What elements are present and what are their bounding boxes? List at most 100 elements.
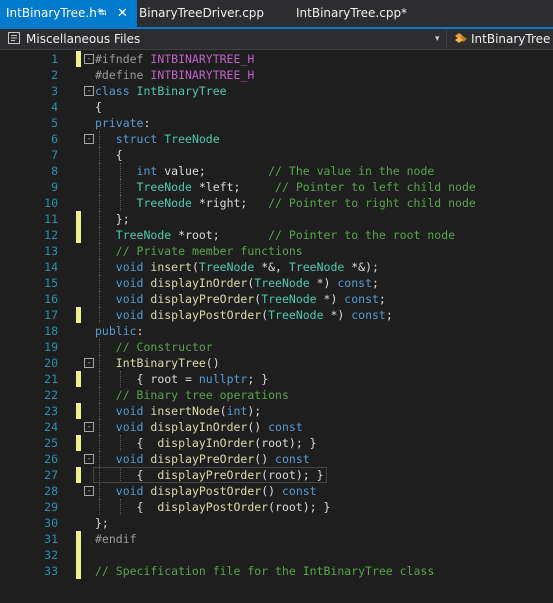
line-number: 19: [44, 340, 58, 354]
code-line[interactable]: 18 public:: [0, 323, 553, 339]
change-marker: [76, 211, 81, 227]
code-editor[interactable]: 1- #ifndef INTBINARYTREE_H 2 #define INTBIN…: [0, 49, 553, 603]
code-token: displayPreOrder: [150, 292, 255, 306]
code-token: INTBINARYTREE_H: [150, 68, 255, 82]
code-line[interactable]: 12 TreeNode *root; // Pointer to the roo…: [0, 227, 553, 243]
code-line[interactable]: 11 };: [0, 211, 553, 227]
code-token: (): [254, 452, 276, 466]
code-line[interactable]: 29 { displayPostOrder(root); }: [0, 499, 553, 515]
code-line[interactable]: 13 // Private member functions: [0, 243, 553, 259]
code-line[interactable]: 15 void displayInOrder(TreeNode *) const…: [0, 275, 553, 291]
close-icon[interactable]: ✕: [117, 0, 128, 27]
navigation-bar: Miscellaneous Files ▾ IntBinaryTree: [0, 29, 553, 50]
code-line[interactable]: 7 {: [0, 147, 553, 163]
code-text: // Private member functions: [95, 243, 303, 259]
fold-toggle-icon[interactable]: -: [84, 134, 94, 144]
tab-label: IntBinaryTree.h*: [6, 6, 103, 20]
member-scope-dropdown[interactable]: IntBinaryTree: [448, 29, 553, 49]
code-token: TreeNode: [115, 228, 179, 242]
tab-intbinarytree-cpp[interactable]: IntBinaryTree.cpp*: [296, 0, 407, 27]
change-marker: [76, 51, 81, 67]
tab-intbinarytree-h[interactable]: IntBinaryTree.h* ⭾ ✕: [0, 0, 137, 27]
code-token: // Private member functions: [115, 244, 303, 258]
fold-toggle-icon[interactable]: -: [84, 358, 94, 368]
code-token: TreeNode: [136, 196, 199, 210]
code-line[interactable]: 4{: [0, 99, 553, 115]
code-token: // Binary tree operations: [115, 388, 289, 402]
fold-toggle-icon[interactable]: -: [84, 54, 94, 64]
code-line[interactable]: 6 - struct TreeNode: [0, 131, 553, 147]
code-line[interactable]: 3 - class IntBinaryTree: [0, 83, 553, 99]
code-token: // Pointer to the root node: [268, 228, 456, 242]
code-line[interactable]: 28 - void displayPostOrder() const: [0, 483, 553, 499]
code-line[interactable]: 21 { root = nullptr; }: [0, 371, 553, 387]
line-number: 31: [44, 532, 58, 546]
code-token: root: [150, 372, 179, 386]
fold-toggle-icon[interactable]: -: [84, 454, 94, 464]
code-text: };: [95, 515, 109, 531]
code-line[interactable]: 25 { displayInOrder(root); }: [0, 435, 553, 451]
code-line[interactable]: 23 void insertNode(int);: [0, 403, 553, 419]
code-line[interactable]: 2 #define INTBINARYTREE_H: [0, 67, 553, 83]
fold-toggle-icon[interactable]: -: [84, 486, 94, 496]
code-text: IntBinaryTree(): [95, 355, 220, 371]
code-token: private: [95, 116, 144, 130]
code-token: *: [178, 228, 186, 242]
code-line[interactable]: 33 // Specification file for the IntBinar…: [0, 563, 553, 579]
code-token: displayPostOrder: [150, 484, 262, 498]
code-token: {: [95, 148, 123, 162]
change-marker: [76, 467, 81, 483]
line-number: 20: [44, 356, 58, 370]
change-marker: [76, 371, 81, 387]
code-line[interactable]: 19 // Constructor: [0, 339, 553, 355]
code-line[interactable]: 26 - void displayPreOrder() const: [0, 451, 553, 467]
line-number: 8: [51, 164, 58, 178]
code-line[interactable]: 16 void displayPreOrder(TreeNode *) cons…: [0, 291, 553, 307]
code-token: ;: [212, 228, 269, 242]
code-text: { displayInOrder(root); }: [95, 435, 317, 451]
code-line[interactable]: 27 { displayPreOrder(root); }: [0, 467, 553, 483]
code-line[interactable]: 32: [0, 547, 553, 563]
code-line[interactable]: 17 void displayPostOrder(TreeNode *) con…: [0, 307, 553, 323]
code-token: void: [115, 276, 151, 290]
fold-toggle-icon[interactable]: -: [84, 86, 94, 96]
code-token: void: [115, 308, 151, 322]
code-line[interactable]: 24 - void displayInOrder() const: [0, 419, 553, 435]
code-token: TreeNode: [164, 132, 220, 146]
code-line[interactable]: 20 - IntBinaryTree(): [0, 355, 553, 371]
project-scope-dropdown[interactable]: Miscellaneous Files ▾: [0, 29, 447, 49]
code-text: { displayPostOrder(root); }: [95, 499, 331, 515]
line-number: 26: [44, 452, 58, 466]
code-token: #define: [95, 68, 151, 82]
code-line[interactable]: 14 void insert(TreeNode *&, TreeNode *&)…: [0, 259, 553, 275]
code-token: (: [219, 404, 227, 418]
misc-files-icon: [8, 32, 20, 44]
code-token: void: [115, 484, 151, 498]
code-text: void displayInOrder(TreeNode *) const;: [95, 275, 379, 291]
code-line[interactable]: 30};: [0, 515, 553, 531]
line-number: 21: [44, 372, 58, 386]
line-number: 18: [44, 324, 58, 338]
code-line[interactable]: 22 // Binary tree operations: [0, 387, 553, 403]
code-line[interactable]: 1 - #ifndef INTBINARYTREE_H: [0, 51, 553, 67]
code-line[interactable]: 31 #endif: [0, 531, 553, 547]
code-line[interactable]: 9 TreeNode *left; // Pointer to left chi…: [0, 179, 553, 195]
tab-binarytreedriver-cpp[interactable]: BinaryTreeDriver.cpp: [139, 0, 264, 27]
chevron-down-icon[interactable]: ▾: [435, 29, 440, 49]
pin-icon[interactable]: ⭾: [99, 0, 107, 27]
code-text: TreeNode *left; // Pointer to left child…: [95, 179, 476, 195]
code-line[interactable]: 10 TreeNode *right; // Pointer to right …: [0, 195, 553, 211]
fold-toggle-icon[interactable]: -: [84, 422, 94, 432]
line-number: 16: [44, 292, 58, 306]
code-text: void displayPreOrder(TreeNode *) const;: [95, 291, 386, 307]
code-token: *&,: [261, 260, 289, 274]
code-token: :: [136, 324, 144, 338]
code-line[interactable]: 8 int value; // The value in the node: [0, 163, 553, 179]
code-line[interactable]: 5 private:: [0, 115, 553, 131]
code-text: TreeNode *root; // Pointer to the root n…: [95, 227, 455, 243]
